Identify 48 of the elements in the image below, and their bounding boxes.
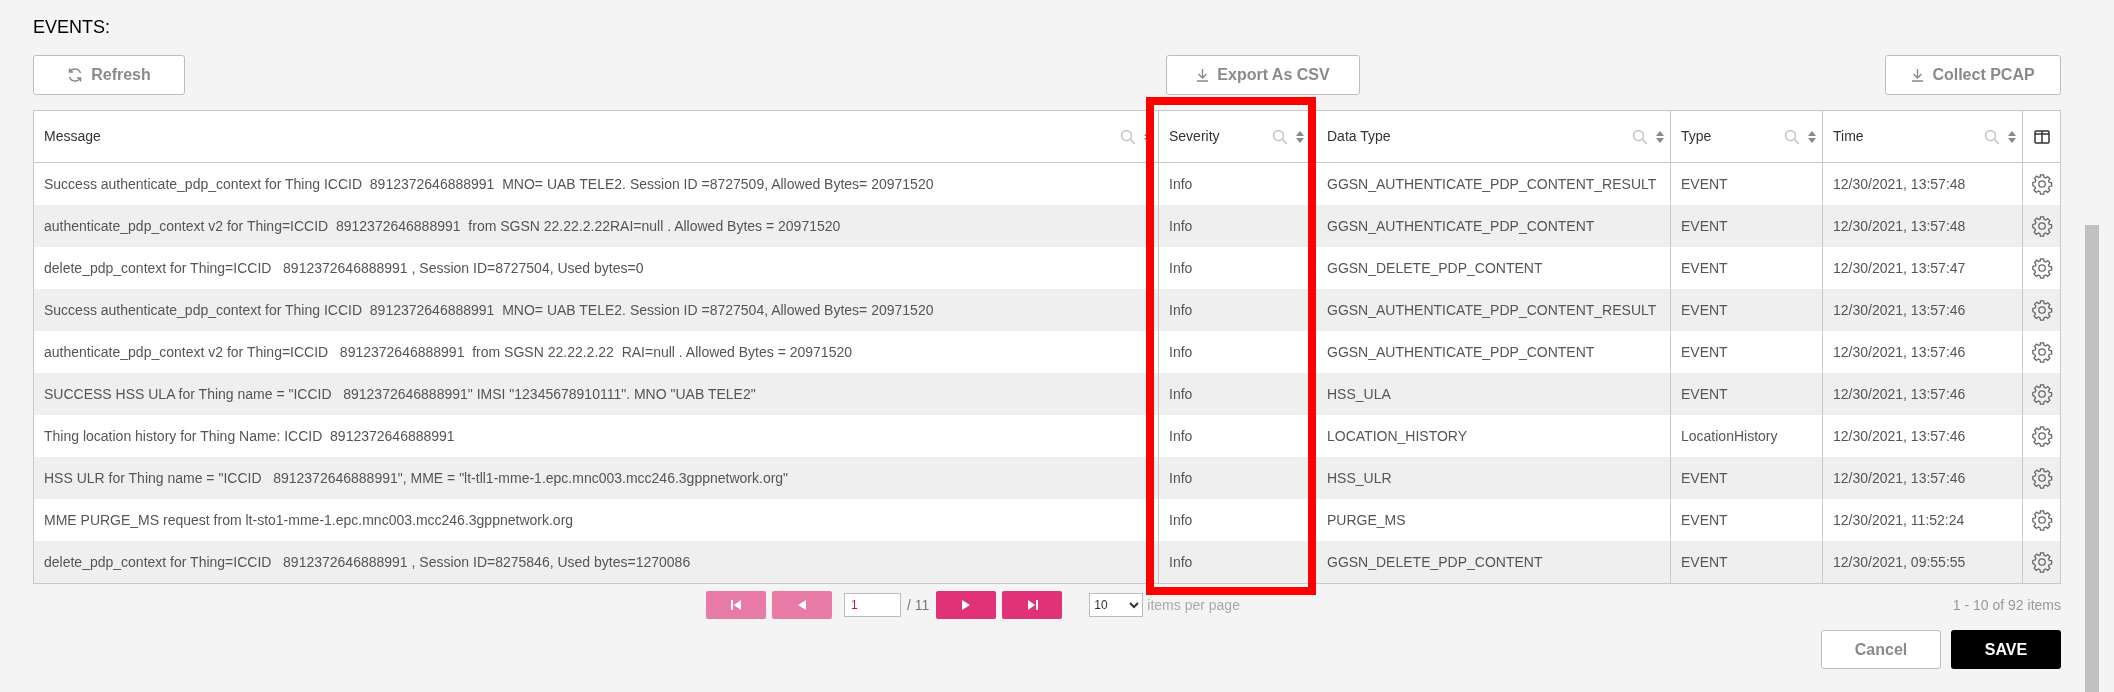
page-input[interactable]: 1 [844,593,901,617]
columns-icon[interactable] [2033,129,2050,144]
settings-icon[interactable] [2030,341,2053,363]
settings-icon[interactable] [2030,425,2053,447]
sort-icon[interactable] [2008,130,2016,143]
sort-icon[interactable] [1296,130,1304,143]
sort-icon[interactable] [1808,130,1816,143]
refresh-icon [67,67,84,83]
settings-icon[interactable] [2030,467,2053,489]
items-summary: 1 - 10 of 92 items [1952,595,2061,615]
download-icon [1911,68,1925,82]
page-total: / 11 [907,595,930,615]
sort-icon[interactable] [1656,130,1664,143]
last-page-icon [1026,600,1038,610]
column-header[interactable]: Time [1823,111,2023,162]
column-header[interactable]: Data Type [1311,111,1671,162]
settings-icon[interactable] [2030,299,2053,321]
settings-icon[interactable] [2030,257,2053,279]
next-icon [962,600,971,610]
column-label: Type [1681,127,1713,146]
table-cell: 12/30/2021, 09:55:55 [1823,541,2023,583]
section-title: EVENTS: [33,16,112,39]
previous-page-button[interactable] [772,591,832,619]
first-page-button[interactable] [706,591,766,619]
table-cell: EVENT [1671,541,1823,583]
column-header[interactable]: Type [1671,111,1823,162]
settings-icon[interactable] [2030,383,2053,405]
first-page-icon [730,600,742,610]
scrollbar-thumb[interactable] [2085,225,2099,692]
table-cell: Info [1159,541,1311,583]
column-label: Data Type [1327,127,1392,146]
save-button[interactable]: SAVE [1951,630,2061,669]
per-page-select[interactable]: 10 [1089,593,1144,617]
settings-icon[interactable] [2030,215,2053,237]
settings-icon[interactable] [2030,509,2053,531]
column-label: Time [1833,127,1865,146]
download-icon [1196,68,1210,82]
table-cell: GGSN_DELETE_PDP_CONTENT [1311,541,1671,583]
column-label: Message [44,127,102,146]
settings-icon[interactable] [2030,173,2053,195]
per-page-label: items per page [1147,595,1240,615]
settings-icon[interactable] [2030,551,2053,573]
next-page-button[interactable] [936,591,997,619]
column-header[interactable]: Severity [1159,111,1311,162]
last-page-button[interactable] [1002,591,1063,619]
column-label: Severity [1169,127,1221,146]
previous-icon [798,600,806,610]
table-cell: delete_pdp_context for Thing=ICCID 8912372646888991 , Session ID=8275846, Used bytes=1270086 [34,541,1159,583]
